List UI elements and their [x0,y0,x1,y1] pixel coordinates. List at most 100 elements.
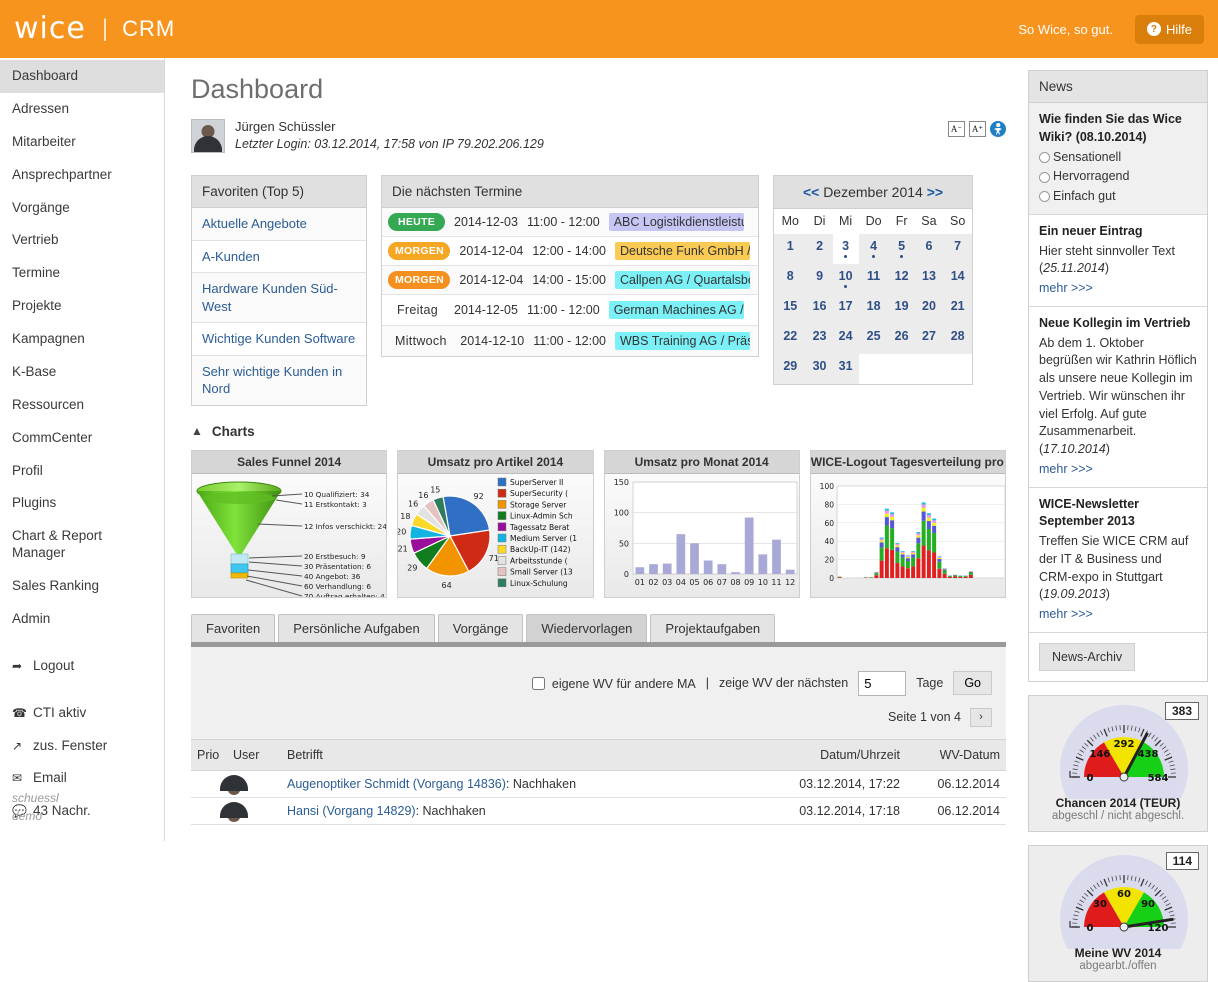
tab-projektaufgaben[interactable]: Projektaufgaben [650,614,775,642]
calendar-day[interactable]: 8 [774,264,807,294]
eigene-wv-checkbox-label[interactable]: eigene WV für andere MA [528,674,695,693]
appointment-subject[interactable]: ABC Logistikdienstleistu [609,213,744,231]
radio-icon[interactable] [1039,172,1050,183]
calendar-day[interactable]: 22 [774,324,807,354]
appointment-subject[interactable]: Callpen AG / Quartalsbe [615,271,750,289]
poll-option[interactable]: Hervorragend [1039,168,1197,186]
calendar-next-button[interactable]: >> [927,184,943,200]
sidebar-item-kampagnen[interactable]: Kampagnen [0,323,164,356]
appointment-row[interactable]: MORGEN2014-12-0414:00 - 15:00Callpen AG … [382,266,758,295]
sidebar-item-ressourcen[interactable]: Ressourcen [0,389,164,422]
days-input[interactable] [858,671,906,696]
calendar-prev-button[interactable]: << [803,184,819,200]
list-item[interactable]: Hardware Kunden Süd-West [192,273,366,323]
tab-persoenliche-aufgaben[interactable]: Persönliche Aufgaben [278,614,434,642]
calendar-day[interactable]: 19 [889,294,915,324]
calendar-day[interactable]: 12 [889,264,915,294]
calendar-day[interactable]: 10 [833,264,859,294]
tab-wiedervorlagen[interactable]: Wiedervorlagen [526,614,647,642]
go-button[interactable]: Go [953,671,992,695]
calendar-day[interactable]: 20 [915,294,944,324]
sidebar-item-vertrieb[interactable]: Vertrieb [0,224,164,257]
appointment-row[interactable]: MORGEN2014-12-0412:00 - 14:00Deutsche Fu… [382,237,758,266]
calendar-day[interactable]: 15 [774,294,807,324]
poll-option[interactable]: Einfach gut [1039,188,1197,206]
sidebar-item-adressen[interactable]: Adressen [0,93,164,126]
sidebar-item-profil[interactable]: Profil [0,455,164,488]
favorite-link[interactable]: A-Kunden [202,249,260,264]
calendar-day[interactable]: 28 [943,324,972,354]
radio-icon[interactable] [1039,152,1050,163]
eigene-wv-checkbox[interactable] [532,677,545,690]
wv-subject-link[interactable]: Augenoptiker Schmidt (Vorgang 14836) [287,777,506,791]
calendar-day[interactable]: 30 [807,354,833,384]
calendar-day[interactable]: 23 [807,324,833,354]
sidebar-item-termine[interactable]: Termine [0,257,164,290]
calendar-day[interactable]: 26 [889,324,915,354]
font-decrease-icon[interactable]: A⁻ [948,121,965,137]
news-more-link[interactable]: mehr >>> [1039,280,1093,298]
appointment-row[interactable]: Freitag2014-12-0511:00 - 12:00German Mac… [382,295,758,326]
calendar-day[interactable]: 3 [833,234,859,264]
poll-option[interactable]: Sensationell [1039,149,1197,167]
sidebar-item-dashboard[interactable]: Dashboard [0,60,164,93]
calendar-day[interactable]: 13 [915,264,944,294]
calendar-day[interactable]: 29 [774,354,807,384]
tab-vorgaenge[interactable]: Vorgänge [438,614,524,642]
radio-icon[interactable] [1039,191,1050,202]
favorite-link[interactable]: Wichtige Kunden Software [202,331,355,346]
charts-toggle[interactable]: ▲ Charts [191,424,1006,439]
sidebar-item-cti[interactable]: ☎CTI aktiv [0,697,164,730]
font-increase-icon[interactable]: A⁺ [969,121,986,137]
calendar-day[interactable]: 6 [915,234,944,264]
list-item[interactable]: Wichtige Kunden Software [192,323,366,356]
calendar-day[interactable]: 21 [943,294,972,324]
sidebar-item-logout[interactable]: ➦Logout [0,650,164,683]
tab-favoriten[interactable]: Favoriten [191,614,275,642]
cell-betrifft[interactable]: Augenoptiker Schmidt (Vorgang 14836): Na… [281,770,766,797]
news-more-link[interactable]: mehr >>> [1039,606,1093,624]
favorite-link[interactable]: Aktuelle Angebote [202,216,307,231]
list-item[interactable]: A-Kunden [192,241,366,274]
news-archive-button[interactable]: News-Archiv [1039,643,1135,671]
chart-umsatz-pro-monat[interactable]: Umsatz pro Monat 2014 050100150010203040… [604,450,800,598]
calendar-day[interactable]: 16 [807,294,833,324]
favorite-link[interactable]: Sehr wichtige Kunden in Nord [202,364,342,397]
chart-umsatz-pro-artikel[interactable]: Umsatz pro Artikel 2014 9271642921201816… [397,450,593,598]
sidebar-item-projekte[interactable]: Projekte [0,290,164,323]
calendar-day[interactable]: 11 [859,264,889,294]
calendar-day[interactable]: 5 [889,234,915,264]
calendar-day[interactable]: 1 [774,234,807,264]
appointment-subject[interactable]: Deutsche Funk GmbH / [615,242,750,260]
news-more-link[interactable]: mehr >>> [1039,461,1093,479]
gauge-chancen[interactable]: 383 0146292438584 Chancen 2014 (TEUR) ab… [1028,695,1208,832]
sidebar-item-zus-fenster[interactable]: ↗zus. Fenster [0,730,164,763]
sidebar-item-admin[interactable]: Admin [0,603,164,636]
chart-wice-logout[interactable]: WICE-Logout Tagesverteilung pro MA 02040… [810,450,1006,598]
appointment-row[interactable]: Mittwoch2014-12-1011:00 - 12:00WBS Train… [382,326,758,356]
sidebar-item-kbase[interactable]: K-Base [0,356,164,389]
help-button[interactable]: ? Hilfe [1135,15,1204,44]
calendar-day[interactable]: 4 [859,234,889,264]
table-row[interactable]: Hansi (Vorgang 14829): Nachhaken03.12.20… [191,797,1006,824]
sidebar-item-ansprechpartner[interactable]: Ansprechpartner [0,159,164,192]
wv-subject-link[interactable]: Hansi (Vorgang 14829) [287,804,416,818]
sidebar-item-mitarbeiter[interactable]: Mitarbeiter [0,126,164,159]
list-item[interactable]: Sehr wichtige Kunden in Nord [192,356,366,405]
appointment-row[interactable]: HEUTE2014-12-0311:00 - 12:00ABC Logistik… [382,208,758,237]
chart-sales-funnel[interactable]: Sales Funnel 2014 [191,450,387,598]
calendar-day[interactable]: 31 [833,354,859,384]
calendar-day[interactable]: 25 [859,324,889,354]
favorite-link[interactable]: Hardware Kunden Süd-West [202,281,338,314]
calendar-day[interactable]: 2 [807,234,833,264]
appointment-subject[interactable]: WBS Training AG / Präs [615,332,750,350]
calendar-day[interactable]: 24 [833,324,859,354]
gauge-meine-wv[interactable]: 114 0306090120 Meine WV 2014 abgearbt./o… [1028,845,1208,982]
calendar-day[interactable]: 27 [915,324,944,354]
calendar-day[interactable]: 7 [943,234,972,264]
calendar-day[interactable]: 14 [943,264,972,294]
appointment-subject[interactable]: German Machines AG / [609,301,744,319]
calendar-day[interactable]: 17 [833,294,859,324]
sidebar-item-sales-ranking[interactable]: Sales Ranking [0,570,164,603]
sidebar-item-chart-report-manager[interactable]: Chart & Report Manager [0,520,164,570]
